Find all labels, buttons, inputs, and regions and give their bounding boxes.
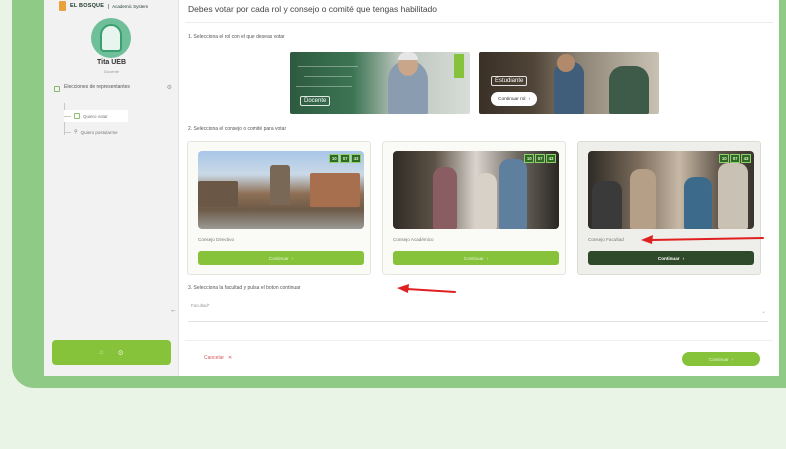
student-figure [475,173,497,229]
date-badge-part: 10 [719,154,730,163]
student-figure [433,167,457,229]
building-left [198,181,238,207]
sidebar-item-quiero-votar[interactable]: Quiero votar [64,110,128,122]
avatar[interactable] [91,18,131,58]
settings-icon[interactable]: ⚙ [117,349,123,357]
chevron-right-icon: › [528,96,531,102]
student-head [557,54,575,72]
logo: EL BOSQUE Academic System [59,0,148,12]
divider [185,22,773,23]
teacher-hair [398,52,418,60]
step-2-instruction: 2. Selecciona el consejo o comité para v… [188,126,287,132]
student-figure [592,181,622,229]
logo-subtitle: Academic System [108,3,148,9]
date-badge-part: 43 [741,154,751,163]
council-name: Consejo Académico [393,237,434,242]
tree-branch [64,131,71,133]
continuar-rol-label: Continuar rol [498,96,526,102]
date-badge-part: 10 [329,154,340,163]
council-image-academico: 10 07 43 [393,151,559,229]
continuar-label: Continuar [268,255,289,261]
elections-icon [54,86,60,92]
student-figure [609,66,649,114]
date-badge-part: 43 [546,154,556,163]
date-badge: 10 07 43 [329,154,361,163]
sidebar-section-elecciones[interactable]: Elecciones de representantes ⚙ [54,84,172,100]
user-role: Docente [104,69,119,74]
role-card-estudiante[interactable]: Estudiante Continuar rol › [479,52,659,114]
selected-tag-icon [454,54,464,78]
user-avatar-icon [100,24,122,52]
annotation-arrow-facultad [641,235,764,244]
building-brick [310,173,360,207]
council-name: Consejo Directivo [198,237,234,242]
chevron-right-icon: › [291,255,294,261]
user-name: Tita UEB [96,59,127,66]
settings-small-icon: ⚙ [166,85,172,91]
council-image-directivo: 10 07 43 [198,151,364,229]
sidebar-item-label: Quiero votar [83,113,108,119]
logo-mark-icon [59,1,66,11]
student-figure [684,177,712,229]
student-figure [718,163,748,229]
arrow-left-icon: ← [170,307,177,314]
role-card-docente[interactable]: Docente [290,52,470,114]
step-1-instruction: 1. Selecciona el rol con el que deseas v… [188,34,285,40]
council-card-facultad[interactable]: 10 07 43 Consejo Facultad Continuar › [577,141,761,275]
sidebar-section-label: Elecciones de representantes [64,84,130,90]
date-badge-part: 43 [351,154,361,163]
tree-branch [64,115,71,117]
council-card-directivo[interactable]: 10 07 43 Consejo Directivo Continuar › [187,141,371,275]
app-window: EL BOSQUE Academic System Tita UEB Docen… [44,0,779,376]
date-badge: 10 07 43 [524,154,556,163]
continuar-label: Continuar [657,255,680,261]
sidebar-footer-bar: ⌂ ⚙ [52,340,171,365]
continuar-facultad-button[interactable]: Continuar › [588,251,754,265]
sidebar-item-quiero-postularme[interactable]: ⚲ Quiero postularme [64,126,118,138]
student-figure [630,169,656,229]
next-button[interactable]: Continuar › [682,352,760,366]
sidebar-item-label: Quiero postularme [80,129,118,135]
continuar-directivo-button[interactable]: Continuar › [198,251,364,265]
council-name: Consejo Facultad [588,237,624,242]
chevron-right-icon: › [682,255,685,261]
sidebar: EL BOSQUE Academic System Tita UEB Docen… [44,0,179,376]
date-badge-part: 10 [524,154,535,163]
ballot-icon [74,113,80,119]
date-badge: 10 07 43 [719,154,751,163]
chalk-line [296,86,352,87]
home-icon[interactable]: ⌂ [99,349,103,356]
faculty-select[interactable]: Facultad* ⌄ [188,300,768,322]
council-card-academico[interactable]: 10 07 43 Consejo Académico Continuar › [382,141,566,275]
continuar-academico-button[interactable]: Continuar › [393,251,559,265]
council-image-facultad: 10 07 43 [588,151,754,229]
annotation-arrow-step3 [397,284,456,293]
page-title: Debes votar por cada rol y consejo o com… [188,4,438,14]
date-badge-part: 07 [730,154,741,163]
cancel-label: Cancelar [204,355,225,361]
chalk-line [304,76,352,77]
date-badge-part: 07 [340,154,351,163]
main-content: Debes votar por cada rol y consejo o com… [179,0,779,376]
logo-text: EL BOSQUE [70,3,105,9]
role-label-docente: Docente [300,96,331,106]
chalk-line [298,66,358,67]
continuar-label: Continuar [463,255,484,261]
collapse-sidebar-button[interactable]: ← [170,307,177,314]
role-label-estudiante: Estudiante [491,76,528,86]
chevron-right-icon: › [731,356,734,362]
next-label: Continuar [708,356,729,362]
close-icon: ✕ [228,355,233,361]
divider [185,340,773,341]
student-figure [499,159,527,229]
candidate-icon: ⚲ [74,129,78,135]
date-badge-part: 07 [535,154,546,163]
cancel-button[interactable]: Cancelar ✕ [204,355,232,361]
chevron-down-icon: ⌄ [760,309,766,315]
continuar-rol-button[interactable]: Continuar rol › [491,92,538,106]
chevron-right-icon: › [486,255,489,261]
step-3-instruction: 3. Selecciona la facultad y pulsa el bot… [188,285,301,291]
building-tower [270,165,290,205]
faculty-select-label: Facultad* [191,303,210,308]
